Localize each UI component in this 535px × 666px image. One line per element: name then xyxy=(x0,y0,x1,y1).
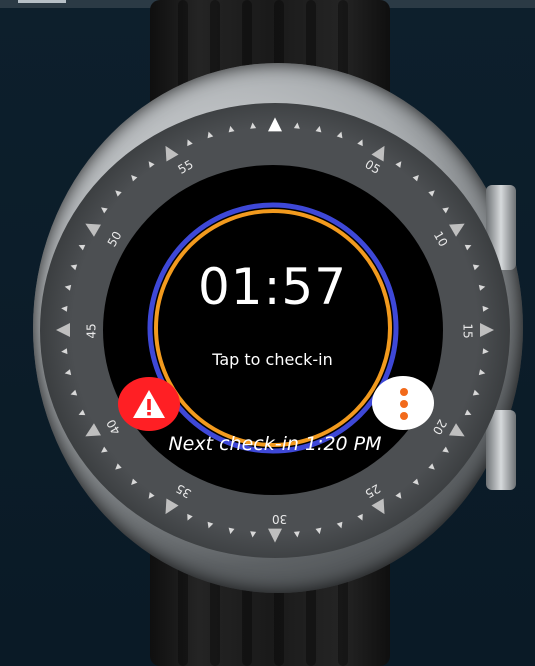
bezel-major-tick xyxy=(268,528,282,543)
bezel-number-45: 45 xyxy=(84,323,99,339)
bezel-major-tick xyxy=(371,498,385,515)
bezel-tick xyxy=(61,348,68,355)
bezel-major-tick xyxy=(480,323,494,337)
bezel-major-tick xyxy=(85,423,101,437)
bezel-tick xyxy=(482,348,489,355)
bezel-tick xyxy=(207,521,214,529)
more-vertical-icon-dot xyxy=(400,412,408,420)
bezel-tick xyxy=(336,521,343,529)
bezel-major-tick xyxy=(449,423,465,437)
bezel-tick xyxy=(250,531,257,538)
bezel-tick xyxy=(482,305,489,312)
bezel-major-tick xyxy=(165,145,179,162)
bezel-tick xyxy=(293,531,300,538)
bezel-tick xyxy=(464,244,472,251)
bezel-tick xyxy=(478,369,486,376)
bezel-tick xyxy=(228,527,235,535)
bezel-top-marker xyxy=(268,117,282,132)
inner-ring xyxy=(154,209,392,447)
bezel-tick xyxy=(70,389,78,396)
next-check-in-text: Next check-in 1:20 PM xyxy=(168,433,382,455)
bezel-tick xyxy=(64,284,72,291)
more-vertical-icon xyxy=(400,388,408,396)
bezel-tick xyxy=(472,389,480,396)
bezel-tick xyxy=(187,513,193,521)
tap-to-check-in-label[interactable]: Tap to check-in xyxy=(150,350,395,369)
bezel-tick xyxy=(472,264,480,271)
bezel-tick xyxy=(78,244,86,251)
bezel-tick xyxy=(357,139,363,147)
bezel-tick xyxy=(336,131,343,139)
bezel-tick xyxy=(293,122,300,129)
bezel-tick xyxy=(64,369,72,376)
bezel-tick xyxy=(442,207,449,214)
bezel-tick xyxy=(464,409,472,416)
bezel-tick xyxy=(315,527,322,535)
bezel-major-tick xyxy=(85,223,101,237)
more-vertical-icon-dot xyxy=(400,400,408,408)
bezel-tick xyxy=(61,305,68,312)
bezel-tick xyxy=(357,513,363,521)
warning-triangle-icon xyxy=(133,390,165,418)
outer-ring xyxy=(147,202,399,454)
sos-button[interactable] xyxy=(118,377,180,431)
bezel-tick xyxy=(478,284,486,291)
bezel-major-tick xyxy=(449,223,465,237)
bezel-major-tick xyxy=(56,323,70,337)
more-options-button[interactable] xyxy=(372,376,434,430)
bezel-number-30: 30 xyxy=(272,512,288,526)
bezel-tick xyxy=(78,409,86,416)
bezel-tick xyxy=(315,125,322,133)
bezel-tick xyxy=(442,446,449,453)
bezel-tick xyxy=(250,122,257,129)
bezel-major-tick xyxy=(165,498,179,515)
bezel-tick xyxy=(207,131,214,139)
top-bar-highlight xyxy=(18,0,66,3)
bezel-tick xyxy=(70,264,78,271)
bezel-tick xyxy=(228,125,235,133)
bezel-number-15: 15 xyxy=(460,323,475,339)
bezel-tick xyxy=(187,139,193,147)
countdown-timer: 01:57 xyxy=(197,258,348,316)
